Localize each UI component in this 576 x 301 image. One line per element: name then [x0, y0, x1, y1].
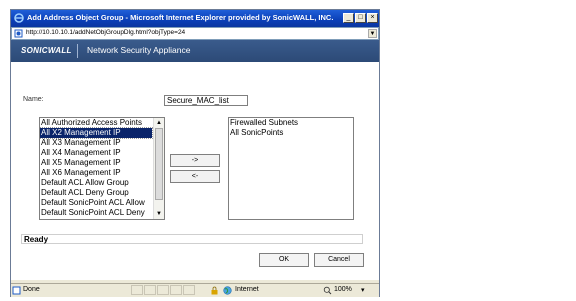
scroll-up-icon[interactable]: ▲	[154, 118, 164, 128]
status-done-text: Done	[23, 286, 40, 293]
available-object-item[interactable]: All X2 Management IP	[40, 127, 153, 139]
page-done-icon	[12, 286, 21, 295]
available-object-item[interactable]: All Authorized Access Points	[40, 118, 164, 128]
address-url: http://10.10.10.1/addNetObjGroupDlg.html…	[26, 29, 186, 36]
ok-button[interactable]: OK	[259, 253, 309, 267]
internet-zone-icon	[223, 286, 232, 295]
available-object-item[interactable]: All X3 Management IP	[40, 138, 164, 148]
available-object-item[interactable]: All X4 Management IP	[40, 148, 164, 158]
status-cell	[170, 285, 182, 295]
title-bar[interactable]: Add Address Object Group - Microsoft Int…	[11, 10, 379, 27]
group-members-list[interactable]: Firewalled Subnets All SonicPoints	[228, 117, 354, 220]
status-cell	[144, 285, 156, 295]
available-object-item[interactable]: All X6 Management IP	[40, 168, 164, 178]
lock-icon	[211, 286, 218, 295]
sonicwall-logo: SONICWALL	[21, 46, 72, 55]
internet-explorer-icon	[14, 13, 24, 23]
available-object-item[interactable]: Default ACL Allow Group	[40, 178, 164, 188]
address-dropdown-button[interactable]: ▼	[368, 29, 377, 38]
dialog-status-box: Ready	[21, 234, 363, 244]
address-bar[interactable]: http://10.10.10.1/addNetObjGroupDlg.html…	[11, 27, 379, 40]
group-member-item[interactable]: Firewalled Subnets	[229, 118, 353, 128]
cancel-button[interactable]: Cancel	[314, 253, 364, 267]
close-button[interactable]: ×	[367, 13, 378, 23]
add-to-group-button[interactable]: ->	[170, 154, 220, 167]
available-object-item[interactable]: All X5 Management IP	[40, 158, 164, 168]
scroll-thumb[interactable]	[155, 128, 163, 200]
dialog-content: SONICWALL Network Security Appliance Nam…	[11, 40, 379, 280]
zoom-dropdown-icon[interactable]: ▾	[361, 286, 365, 294]
group-member-item[interactable]: All SonicPoints	[229, 128, 353, 138]
browser-window: Add Address Object Group - Microsoft Int…	[10, 9, 380, 297]
product-name: Network Security Appliance	[87, 45, 191, 55]
available-objects-list[interactable]: All Authorized Access Points All X2 Manag…	[39, 117, 165, 220]
remove-from-group-button[interactable]: <-	[170, 170, 220, 183]
status-cell	[157, 285, 169, 295]
available-list-scrollbar[interactable]: ▲ ▼	[153, 118, 164, 219]
zoom-level[interactable]: 100%	[334, 286, 352, 293]
browser-status-bar: Done Internet 100% ▾	[11, 283, 379, 297]
group-members-items: Firewalled Subnets All SonicPoints	[229, 118, 353, 138]
zone-text: Internet	[235, 286, 259, 293]
zoom-icon[interactable]	[323, 286, 332, 295]
name-input[interactable]: Secure_MAC_list	[164, 95, 248, 106]
available-object-item[interactable]: Default SonicPoint ACL Deny	[40, 208, 164, 218]
maximize-button[interactable]: □	[355, 13, 366, 23]
minimize-button[interactable]: _	[343, 13, 354, 23]
window-title: Add Address Object Group - Microsoft Int…	[27, 13, 334, 22]
scroll-down-icon[interactable]: ▼	[154, 209, 164, 219]
available-object-item[interactable]: Default ACL Deny Group	[40, 188, 164, 198]
name-label: Name:	[23, 96, 44, 103]
page-icon	[14, 29, 23, 38]
banner-divider	[77, 44, 78, 58]
available-objects-items: All Authorized Access Points All X2 Manag…	[40, 118, 164, 218]
sonicwall-banner: SONICWALL Network Security Appliance	[11, 40, 379, 62]
available-object-item[interactable]: Default SonicPoint ACL Allow	[40, 198, 164, 208]
status-cell	[183, 285, 195, 295]
dialog-status-text: Ready	[24, 235, 49, 244]
status-cell	[131, 285, 143, 295]
